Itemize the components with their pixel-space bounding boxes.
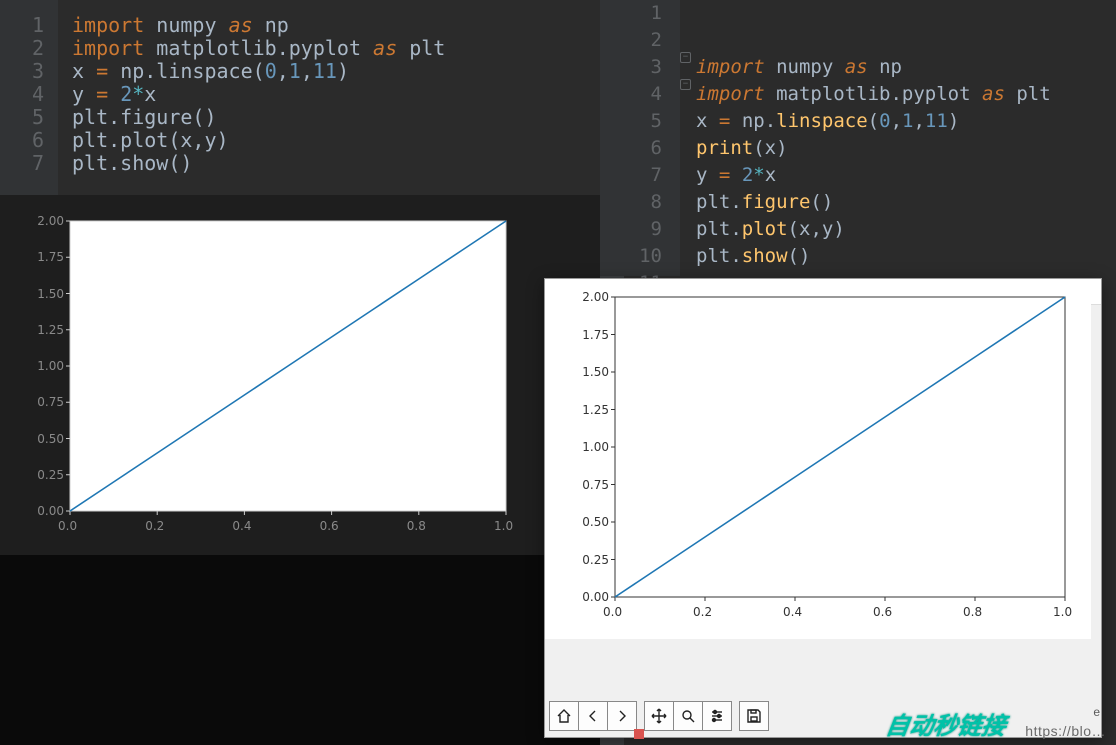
right-code[interactable]: import numpy as npimport matplotlib.pypl… — [680, 0, 1116, 276]
right-editor[interactable]: 1234567891011 import numpy as npimport m… — [600, 0, 1116, 276]
watermark-url: https://blo… — [1025, 723, 1106, 739]
zoom-button[interactable] — [673, 701, 703, 731]
figure-window[interactable]: Figure 1 0.000.250.500.751.001.251.501.7… — [544, 278, 1102, 738]
watermark-small: e — [1093, 705, 1100, 719]
figure-canvas: 0.000.250.500.751.001.251.501.752.000.00… — [545, 279, 1091, 639]
fold-column: − − — [680, 52, 694, 106]
figure-toolbar — [549, 699, 768, 733]
configure-button[interactable] — [702, 701, 732, 731]
forward-button[interactable] — [607, 701, 637, 731]
run-indicator — [634, 729, 644, 739]
pan-button[interactable] — [644, 701, 674, 731]
left-inline-plot: 0.000.250.500.751.001.251.501.752.000.00… — [0, 195, 600, 555]
fold-marker-icon[interactable]: − — [680, 52, 691, 63]
home-button[interactable] — [549, 701, 579, 731]
left-editor[interactable]: 1234567 import numpy as npimport matplot… — [0, 0, 600, 195]
right-gutter: 1234567891011 — [600, 0, 680, 276]
fold-marker-icon[interactable]: − — [680, 79, 691, 90]
left-code[interactable]: import numpy as npimport matplotlib.pypl… — [58, 0, 600, 195]
save-button[interactable] — [739, 701, 769, 731]
back-button[interactable] — [578, 701, 608, 731]
left-gutter: 1234567 — [0, 0, 58, 195]
watermark-logo: 自动秒链接 — [884, 706, 1009, 741]
